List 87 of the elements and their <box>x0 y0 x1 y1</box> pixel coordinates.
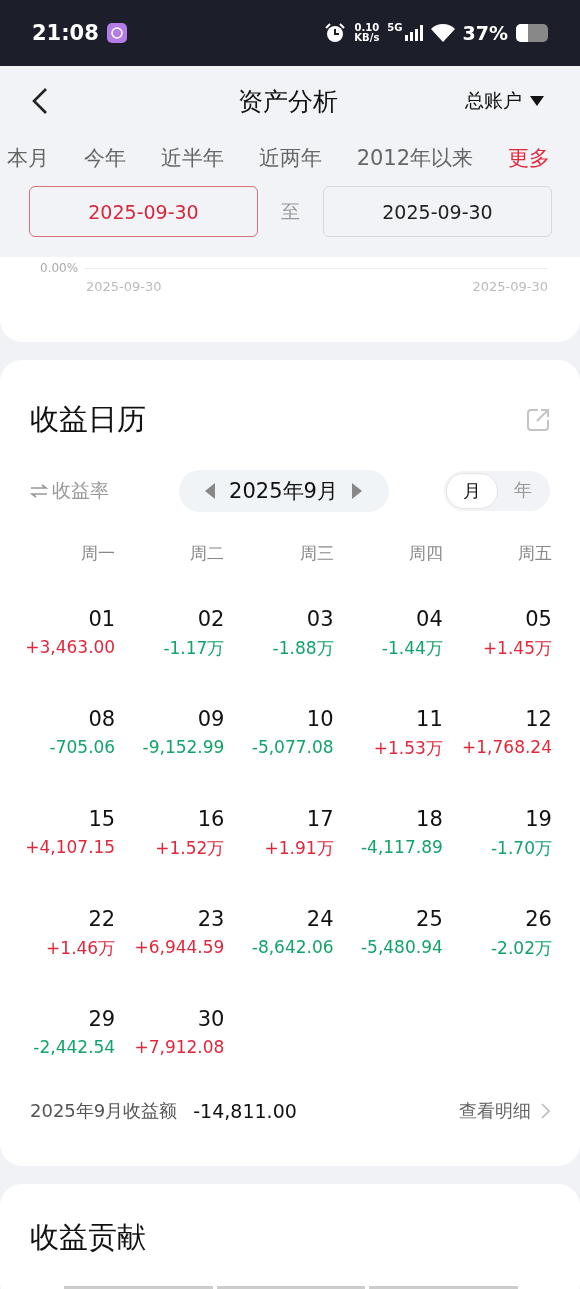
details-link[interactable]: 查看明细 <box>459 1099 550 1123</box>
day-return: +1.52万 <box>155 837 225 860</box>
page-title: 资产分析 <box>238 85 338 118</box>
day-return: -5,077.08 <box>251 737 334 757</box>
speed-unit: KB/s <box>354 33 380 43</box>
day-number[interactable]: 11 <box>416 707 443 731</box>
day-number[interactable]: 26 <box>525 907 552 931</box>
day-return: -9,152.99 <box>142 737 225 757</box>
day-return: -2,442.54 <box>33 1037 116 1057</box>
day-number[interactable]: 01 <box>88 607 116 631</box>
day-number[interactable]: 02 <box>197 607 225 631</box>
weekday-label: 周三 <box>298 542 335 565</box>
range-tab[interactable]: 2012年以来 <box>356 144 474 172</box>
day-return: -705.06 <box>49 737 116 757</box>
day-return: +1.45万 <box>482 637 552 660</box>
day-number[interactable]: 05 <box>525 607 552 631</box>
day-number[interactable]: 04 <box>416 607 443 631</box>
axis-label: 2025-09-30 <box>472 279 548 294</box>
day-number[interactable]: 03 <box>306 607 334 631</box>
weekday-label: 周一 <box>80 542 117 565</box>
day-number[interactable]: 18 <box>416 807 443 831</box>
weekday-label: 周四 <box>407 542 444 565</box>
share-icon[interactable] <box>526 408 550 432</box>
range-tab[interactable]: 近半年 <box>160 144 224 172</box>
start-date-field[interactable]: 2025-09-30 <box>29 186 258 237</box>
day-return: +1,768.24 <box>462 737 552 757</box>
day-return: -4,117.89 <box>360 837 443 857</box>
day-number[interactable]: 17 <box>306 807 334 831</box>
app-notification-icon <box>106 23 127 43</box>
axis-label: 2025-09-30 <box>86 279 162 294</box>
day-number[interactable]: 29 <box>88 1007 116 1031</box>
day-return: +1.53万 <box>373 737 443 760</box>
weekday-label: 周五 <box>517 542 553 565</box>
wifi-icon <box>430 24 455 42</box>
day-return: +1.46万 <box>46 937 116 960</box>
day-number[interactable]: 25 <box>416 907 443 931</box>
day-number[interactable]: 08 <box>88 707 116 731</box>
range-tab[interactable]: 今年 <box>83 144 126 172</box>
network-speed: 0.10 <box>354 23 380 33</box>
weekday-label: 周二 <box>189 542 226 565</box>
axis-label: 0.00% <box>40 261 80 275</box>
day-return: -1.88万 <box>272 637 334 660</box>
account-selector[interactable]: 总账户 <box>465 88 544 114</box>
back-icon[interactable] <box>32 87 48 115</box>
day-number[interactable]: 30 <box>197 1007 225 1031</box>
day-number[interactable]: 15 <box>88 807 116 831</box>
day-return: +1.91万 <box>264 837 334 860</box>
day-number[interactable]: 10 <box>306 707 334 731</box>
section-title: 收益日历 <box>30 401 146 438</box>
day-return: -5,480.94 <box>360 937 443 957</box>
day-number[interactable]: 12 <box>525 707 552 731</box>
day-return: +4,107.15 <box>25 837 116 857</box>
next-icon[interactable] <box>351 483 362 499</box>
day-number[interactable]: 24 <box>306 907 334 931</box>
previous-icon[interactable] <box>205 483 216 499</box>
network-type: 5G <box>387 22 403 33</box>
day-return: -2.02万 <box>491 937 552 960</box>
month-picker[interactable]: 2025年9月 <box>178 470 389 512</box>
section-title: 收益贡献 <box>30 1220 146 1254</box>
alarm-icon <box>324 22 347 44</box>
end-date-field[interactable]: 2025-09-30 <box>323 186 552 237</box>
day-number[interactable]: 09 <box>197 707 225 731</box>
day-number[interactable]: 23 <box>197 907 225 931</box>
day-number[interactable]: 22 <box>88 907 116 931</box>
day-return: -1.17万 <box>163 637 225 660</box>
day-return: -1.44万 <box>381 637 443 660</box>
day-return: -8,642.06 <box>251 937 334 957</box>
signal-icon <box>404 25 423 41</box>
day-return: +7,912.08 <box>134 1037 225 1057</box>
range-tab[interactable]: 本月 <box>7 144 49 172</box>
battery-icon <box>516 24 548 42</box>
summary-label: 2025年9月收益额 <box>30 1099 178 1123</box>
day-number[interactable]: 19 <box>525 807 552 831</box>
range-tab[interactable]: 近两年 <box>258 144 322 172</box>
battery-percent: 37% <box>462 22 508 44</box>
range-tab[interactable]: 更多 <box>508 144 550 172</box>
view-option[interactable]: 月 <box>446 473 498 509</box>
swap-icon <box>30 484 48 498</box>
day-return: -1.70万 <box>491 837 552 860</box>
clock-time: 21:08 <box>32 21 99 45</box>
chevron-icon <box>541 1103 550 1119</box>
day-return: +3,463.00 <box>25 637 116 657</box>
date-separator: 至 <box>280 198 301 224</box>
caret-icon <box>530 96 544 106</box>
day-return: +6,944.59 <box>134 937 225 957</box>
day-number[interactable]: 16 <box>197 807 225 831</box>
summary-value: -14,811.00 <box>193 1100 297 1122</box>
